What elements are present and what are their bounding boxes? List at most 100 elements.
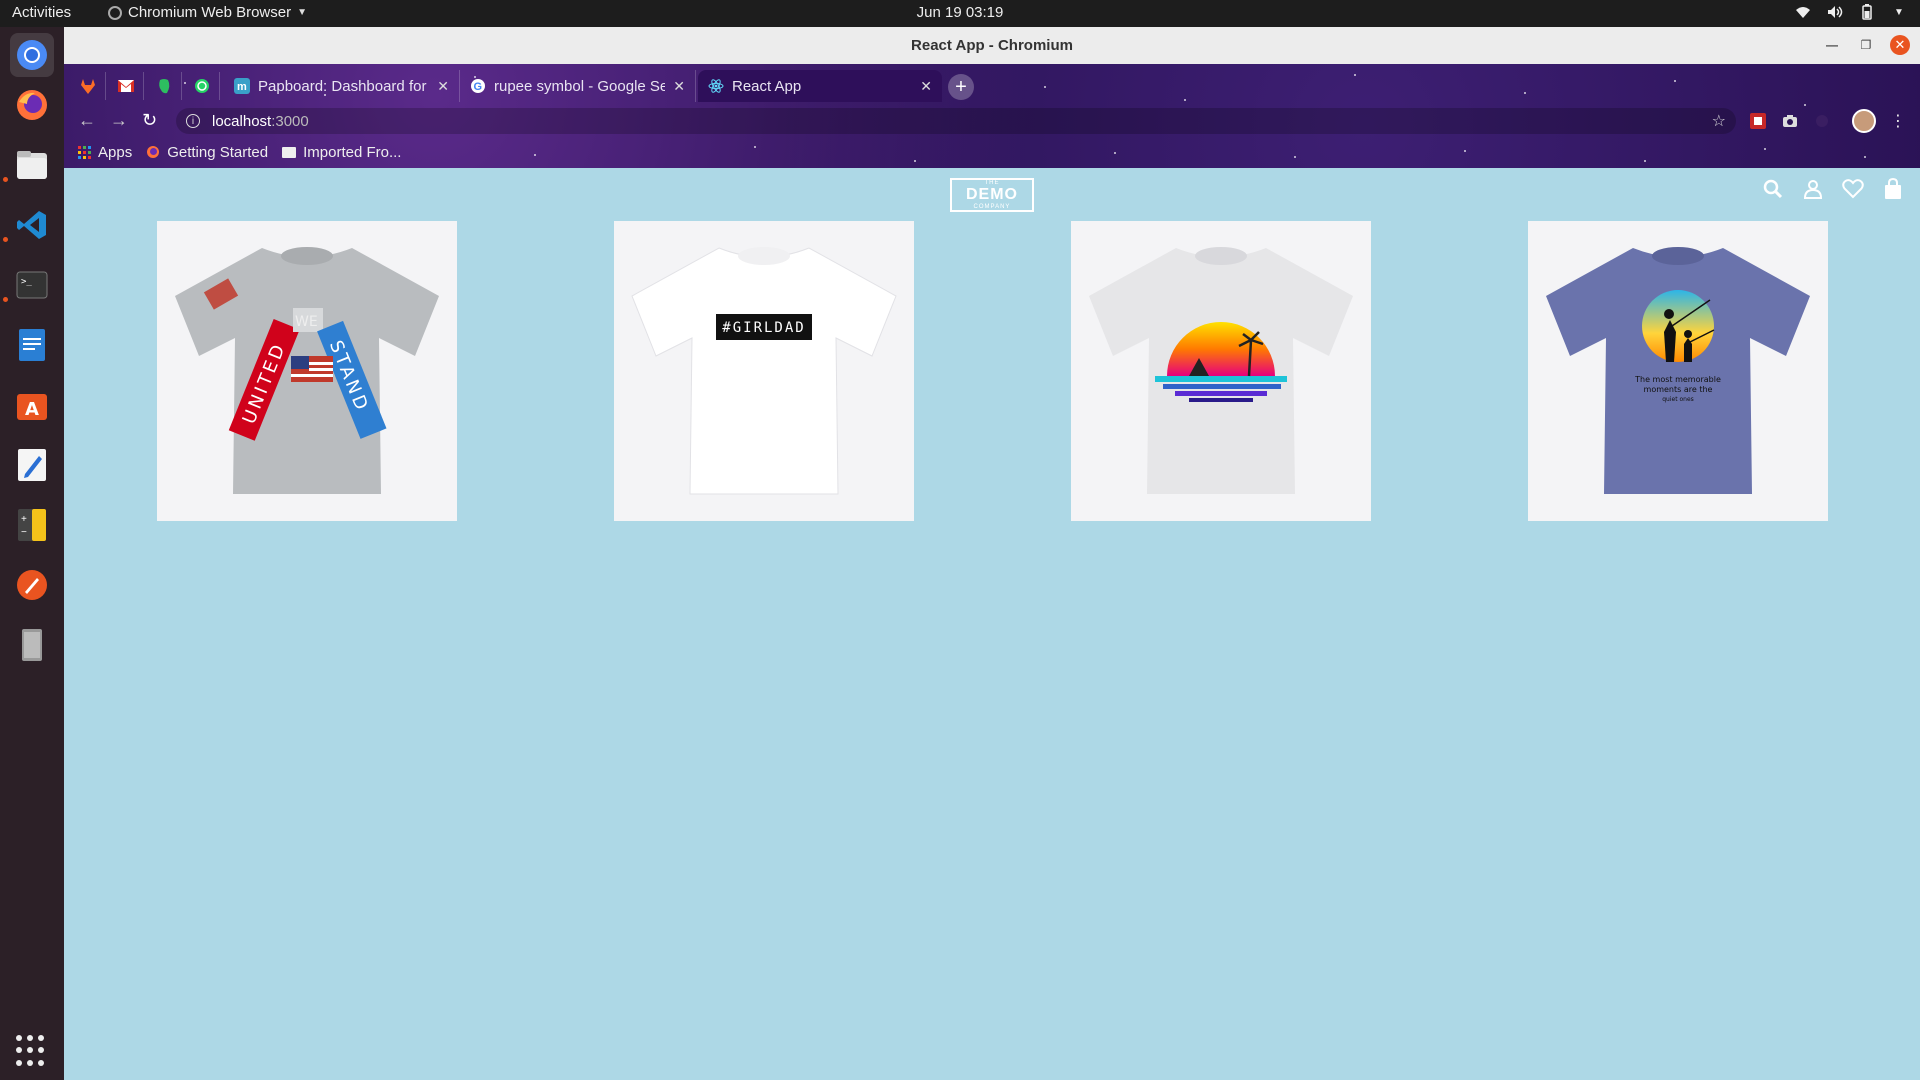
header-actions <box>1762 178 1904 200</box>
print-text: moments are the <box>1644 385 1713 394</box>
calculator-icon: +− <box>18 509 46 541</box>
extension-red-icon[interactable] <box>1748 111 1768 131</box>
writer-icon <box>19 329 45 361</box>
close-tab-icon[interactable]: ✕ <box>437 78 449 95</box>
pinned-tab-gmail[interactable] <box>108 72 144 100</box>
window-title: React App - Chromium <box>911 37 1073 54</box>
new-tab-button[interactable]: + <box>948 74 974 100</box>
svg-text:m: m <box>237 81 247 93</box>
demo-company-logo[interactable]: THE DEMO COMPANY <box>950 178 1034 212</box>
dock-software[interactable]: A <box>10 383 54 427</box>
forward-arrow-icon[interactable]: → <box>110 110 128 131</box>
pinned-tab-evernote[interactable] <box>146 72 182 100</box>
product-card[interactable]: UNITED WE STAND <box>157 221 457 521</box>
files-icon <box>17 151 47 179</box>
browser-window: React App - Chromium — ❐ ✕ m Papboard: D… <box>64 27 1920 1080</box>
close-tab-icon[interactable]: ✕ <box>920 78 932 95</box>
chevron-down-icon: ▼ <box>1894 6 1904 18</box>
svg-text:>_: >_ <box>21 277 32 287</box>
product-card[interactable] <box>1071 221 1371 521</box>
dock-firefox[interactable] <box>10 83 54 127</box>
screenshot-camera-icon[interactable] <box>1780 111 1800 131</box>
battery-icon <box>1858 3 1876 21</box>
dock-writer[interactable] <box>10 323 54 367</box>
wifi-icon <box>1794 3 1812 21</box>
volume-icon <box>1826 3 1844 21</box>
product-card[interactable]: #GIRLDAD <box>614 221 914 521</box>
google-icon: G <box>471 79 485 93</box>
pinned-tab-gitlab[interactable] <box>70 72 106 100</box>
tab-label: Papboard: Dashboard for <box>258 77 427 95</box>
text-editor-icon <box>18 449 46 481</box>
show-applications-icon[interactable] <box>16 1035 48 1067</box>
tab-label: React App <box>732 77 802 95</box>
running-indicator <box>3 297 8 302</box>
page-content: THE DEMO COMPANY UNITED WE STAND #GIRLDA… <box>64 168 1920 1080</box>
tab-papboard[interactable]: m Papboard: Dashboard for ✕ <box>224 70 460 102</box>
back-arrow-icon[interactable]: ← <box>78 110 96 131</box>
react-icon <box>708 79 724 93</box>
dock-calculator[interactable]: + − <box>10 503 54 547</box>
print-text: The most memorable <box>1634 375 1721 384</box>
dock-text-editor[interactable] <box>10 443 54 487</box>
svg-text:A: A <box>25 399 39 420</box>
system-top-bar: Activities Chromium Web Browser ▼ Jun 19… <box>0 0 1920 27</box>
drive-icon <box>22 629 42 661</box>
whatsapp-icon <box>194 79 209 93</box>
dock-usb-drive[interactable] <box>10 623 54 667</box>
more-menu-icon[interactable]: ⋮ <box>1890 111 1906 131</box>
print-text: WE <box>295 314 318 330</box>
url-host: localhost <box>212 112 272 130</box>
heart-icon[interactable] <box>1842 178 1864 200</box>
shopping-bag-icon[interactable] <box>1882 178 1904 200</box>
drawing-app-icon <box>17 570 47 600</box>
address-bar[interactable]: i localhost:3000 ☆ <box>176 108 1736 134</box>
bookmarks-bar: Apps Getting Started Imported Fro... <box>64 138 1920 166</box>
print-text: #GIRLDAD <box>722 320 805 336</box>
pinned-tab-whatsapp[interactable] <box>184 72 220 100</box>
tshirt-image: UNITED WE STAND <box>175 247 439 494</box>
chromium-icon <box>17 40 47 70</box>
url-port: :3000 <box>271 112 309 130</box>
product-card[interactable]: The most memorable moments are the quiet… <box>1528 221 1828 521</box>
user-icon[interactable] <box>1802 178 1824 200</box>
print-text: quiet ones <box>1662 396 1694 403</box>
dock-terminal[interactable]: >_ <box>10 263 54 307</box>
bookmark-getting-started[interactable]: Getting Started <box>146 144 268 161</box>
bookmark-apps[interactable]: Apps <box>78 144 132 161</box>
dock-vscode[interactable] <box>10 203 54 247</box>
dock-inkscape[interactable] <box>10 563 54 607</box>
bookmark-imported-folder[interactable]: Imported Fro... <box>282 144 401 161</box>
tab-google-search[interactable]: G rupee symbol - Google Se ✕ <box>460 70 696 102</box>
site-info-icon[interactable]: i <box>186 114 200 128</box>
gitlab-icon <box>80 78 95 94</box>
bookmark-label: Apps <box>98 143 133 161</box>
vscode-icon <box>17 211 46 239</box>
search-icon[interactable] <box>1762 178 1784 200</box>
minimize-button[interactable]: — <box>1822 35 1842 55</box>
tab-react-app[interactable]: React App ✕ <box>698 70 942 102</box>
tab-label: rupee symbol - Google Se <box>494 77 666 95</box>
gmail-icon <box>117 80 134 92</box>
dock-chromium[interactable] <box>10 33 54 77</box>
dock-files[interactable] <box>10 143 54 187</box>
window-titlebar[interactable]: React App - Chromium — ❐ ✕ <box>64 27 1920 64</box>
bookmark-label: Getting Started <box>167 143 269 161</box>
firefox-icon <box>17 90 47 120</box>
clock[interactable]: Jun 19 03:19 <box>0 4 1920 21</box>
extension-dark-icon[interactable] <box>1812 111 1832 131</box>
tshirt-image <box>1089 247 1353 494</box>
browser-chrome: m Papboard: Dashboard for ✕ G rupee symb… <box>64 64 1920 168</box>
system-tray[interactable]: ▼ <box>1794 3 1908 21</box>
folder-icon <box>282 146 297 158</box>
tshirt-image: The most memorable moments are the quiet… <box>1546 247 1810 494</box>
logo-bottom-text: COMPANY <box>973 204 1011 210</box>
close-button[interactable]: ✕ <box>1890 35 1910 55</box>
restore-button[interactable]: ❐ <box>1856 35 1876 55</box>
reload-icon[interactable]: ↻ <box>142 110 157 131</box>
close-tab-icon[interactable]: ✕ <box>673 78 685 95</box>
profile-avatar[interactable] <box>1852 109 1876 133</box>
dock: >_ A + − <box>0 27 64 1080</box>
software-center-icon: A <box>17 394 47 420</box>
bookmark-star-icon[interactable]: ☆ <box>1712 111 1726 131</box>
